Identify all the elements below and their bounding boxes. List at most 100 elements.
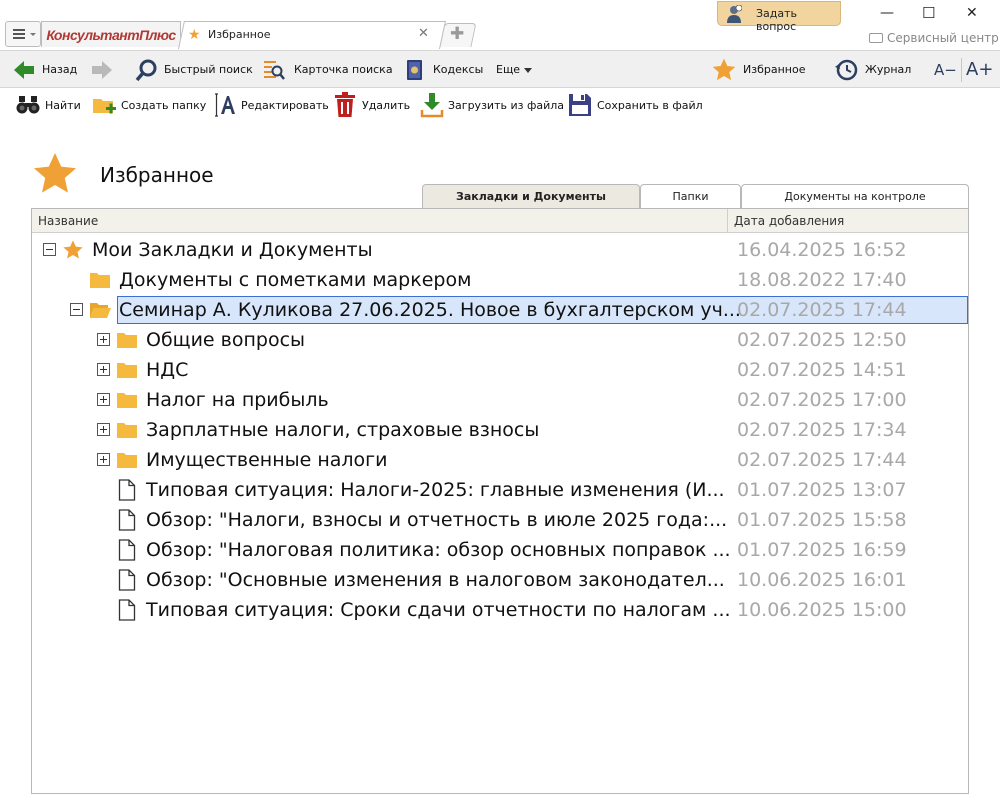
quick-search-label: Быстрый поиск [164, 63, 253, 76]
row-name: Общие вопросы [146, 329, 306, 351]
maximize-icon[interactable]: ☐ [922, 4, 935, 22]
new-folder-icon [93, 99, 116, 114]
font-smaller-button[interactable]: A− [934, 51, 960, 89]
journal-button[interactable]: Журнал [834, 51, 914, 89]
toolbar-divider [961, 58, 962, 82]
ask-question-label: Задать вопрос [756, 7, 798, 33]
column-header-name[interactable]: Название [38, 214, 98, 228]
more-dropdown[interactable]: Еще [496, 51, 540, 89]
document-icon [118, 569, 136, 591]
forward-button[interactable] [90, 51, 118, 89]
edit-label: Редактировать [241, 99, 329, 112]
service-center-label: Сервисный центр [887, 31, 999, 45]
tree-row[interactable]: Налог на прибыль 02.07.2025 17:00 [32, 385, 968, 415]
service-center-link[interactable]: Сервисный центр [869, 31, 999, 45]
favorites-tree-grid: Название Дата добавления Мои Закладки и … [31, 208, 969, 794]
favorites-label: Избранное [743, 63, 806, 76]
download-icon [420, 93, 444, 118]
tree-row[interactable]: Обзор: "Налоговая политика: обзор основн… [32, 535, 968, 565]
favorites-star-icon [712, 58, 736, 81]
action-toolbar: Найти Создать папку Редактировать Удалит… [0, 88, 1000, 122]
plus-icon: ✚ [450, 24, 465, 44]
column-header-date[interactable]: Дата добавления [734, 214, 844, 228]
row-date: 02.07.2025 17:44 [737, 449, 907, 471]
font-larger-button[interactable]: A+ [966, 51, 996, 89]
load-from-file-button[interactable]: Загрузить из файла [420, 88, 565, 122]
tree-row[interactable]: Документы с пометками маркером 18.08.202… [32, 265, 968, 295]
row-date: 02.07.2025 14:51 [737, 359, 907, 381]
trash-icon [335, 92, 355, 117]
star-icon: ★ [188, 27, 201, 43]
codes-button[interactable]: Кодексы [404, 51, 484, 89]
back-arrow-icon [14, 61, 34, 79]
document-tab[interactable]: ★ Избранное ✕ [184, 21, 440, 49]
tree-row[interactable]: Обзор: "Основные изменения в налоговом з… [32, 565, 968, 595]
row-date: 02.07.2025 17:00 [737, 389, 907, 411]
expand-toggle[interactable] [97, 453, 110, 466]
star-icon [63, 240, 83, 259]
row-date: 02.07.2025 12:50 [737, 329, 907, 351]
history-clock-icon [835, 59, 858, 81]
row-date: 02.07.2025 17:44 [737, 299, 907, 321]
minimize-icon[interactable]: — [880, 5, 894, 21]
document-icon [118, 599, 136, 621]
collapse-toggle[interactable] [70, 303, 83, 316]
tab-bookmarks-documents[interactable]: Закладки и Документы [422, 184, 640, 209]
row-name: Имущественные налоги [146, 449, 388, 471]
favorites-button[interactable]: Избранное [711, 51, 811, 89]
delete-label: Удалить [362, 99, 411, 112]
folder-icon [117, 333, 137, 348]
document-icon [118, 509, 136, 531]
collapse-toggle[interactable] [43, 243, 56, 256]
close-window-icon[interactable]: ✕ [966, 5, 978, 21]
grid-header: Название Дата добавления [32, 209, 968, 233]
tree-row[interactable]: Мои Закладки и Документы 16.04.2025 16:5… [32, 235, 968, 265]
back-button[interactable]: Назад [10, 51, 80, 89]
tree-row-selected[interactable]: Семинар А. Куликова 27.06.2025. Новое в … [32, 295, 968, 325]
row-date: 01.07.2025 15:58 [737, 509, 907, 531]
tree-row[interactable]: НДС 02.07.2025 14:51 [32, 355, 968, 385]
tree-row[interactable]: Общие вопросы 02.07.2025 12:50 [32, 325, 968, 355]
font-smaller-label: A− [934, 61, 957, 79]
search-card-button[interactable]: Карточка поиска [262, 51, 393, 89]
ask-question-button[interactable]: Задать вопрос [717, 1, 841, 33]
row-name: Типовая ситуация: Налоги-2025: главные и… [146, 479, 725, 501]
floppy-disk-icon [569, 94, 591, 116]
app-logo[interactable]: КонсультантПлюс [41, 21, 181, 47]
delete-button[interactable]: Удалить [333, 88, 413, 122]
tree-row[interactable]: Типовая ситуация: Налоги-2025: главные и… [32, 475, 968, 505]
tree-row[interactable]: Зарплатные налоги, страховые взносы 02.0… [32, 415, 968, 445]
tree-row[interactable]: Имущественные налоги 02.07.2025 17:44 [32, 445, 968, 475]
tree-row[interactable]: Типовая ситуация: Сроки сдачи отчетности… [32, 595, 968, 625]
find-label: Найти [45, 99, 81, 112]
close-tab-icon[interactable]: ✕ [418, 26, 429, 41]
expand-toggle[interactable] [97, 333, 110, 346]
expand-toggle[interactable] [97, 393, 110, 406]
column-divider[interactable] [727, 209, 728, 233]
folder-icon [117, 453, 137, 468]
save-to-file-button[interactable]: Сохранить в файл [568, 88, 708, 122]
expand-toggle[interactable] [97, 363, 110, 376]
create-folder-button[interactable]: Создать папку [92, 88, 207, 122]
navigation-toolbar: Назад Быстрый поиск Карточка поиска Коде… [0, 50, 1000, 88]
row-name: Документы с пометками маркером [119, 269, 472, 291]
create-folder-label: Создать папку [121, 99, 207, 112]
expand-toggle[interactable] [97, 423, 110, 436]
open-folder-icon [90, 303, 111, 318]
tab-controlled-documents[interactable]: Документы на контроле [741, 184, 969, 209]
tree-row[interactable]: Обзор: "Налоги, взносы и отчетность в ию… [32, 505, 968, 535]
favorites-star-icon [34, 153, 76, 193]
save-to-file-label: Сохранить в файл [597, 99, 703, 112]
tab-folders[interactable]: Папки [640, 184, 741, 209]
row-date: 10.06.2025 15:00 [737, 599, 907, 621]
edit-button[interactable]: Редактировать [212, 88, 329, 122]
quick-search-button[interactable]: Быстрый поиск [133, 51, 253, 89]
find-button[interactable]: Найти [16, 88, 86, 122]
codes-label: Кодексы [433, 63, 484, 76]
row-name: Зарплатные налоги, страховые взносы [146, 419, 540, 441]
load-from-file-label: Загрузить из файла [448, 99, 565, 112]
search-card-icon [264, 61, 285, 80]
main-menu-button[interactable] [5, 21, 41, 47]
chevron-down-icon [30, 33, 36, 36]
codes-book-icon [407, 60, 422, 80]
